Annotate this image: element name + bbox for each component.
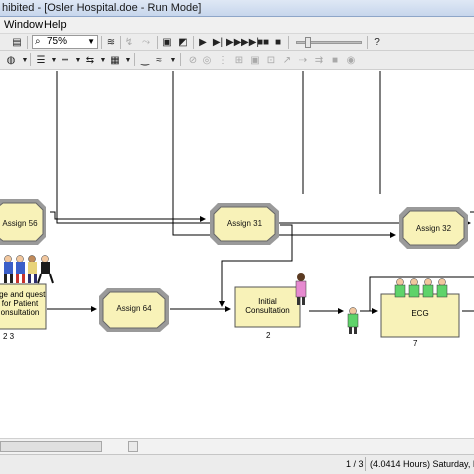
segment-icon[interactable]: ⇢: [296, 54, 310, 67]
text-icon[interactable]: ‿: [138, 54, 152, 67]
connector-layer: [0, 71, 474, 338]
menu-bar: Window Help: [0, 17, 474, 34]
pattern-icon[interactable]: ▦: [108, 54, 122, 67]
menu-window[interactable]: Window: [4, 19, 43, 31]
assign-32-module[interactable]: Assign 32: [401, 224, 466, 238]
pause-button[interactable]: ■■: [256, 36, 270, 49]
assign-31-label: Assign 31: [226, 219, 263, 228]
zoom-icon: ⌕: [35, 36, 41, 47]
path-icon[interactable]: ↗: [280, 54, 294, 67]
animate-icon[interactable]: ▣: [160, 36, 174, 49]
help-cursor-icon[interactable]: ?: [370, 36, 384, 49]
chevron-down-icon[interactable]: ▼: [121, 54, 135, 67]
model-canvas[interactable]: Assign 56 Assign 31 Assign 32 Assign 64 …: [0, 71, 474, 438]
triage-counter: 2 3: [3, 332, 15, 341]
assign-32-label: Assign 32: [415, 224, 452, 233]
initial-consultation-counter: 2: [266, 331, 271, 340]
initial-consultation-label: Initial Consultation: [245, 297, 290, 315]
route-icon[interactable]: ⤳: [139, 36, 153, 49]
plot-icon[interactable]: ◩: [176, 36, 190, 49]
assign-64-label: Assign 64: [116, 304, 152, 313]
intersection-icon[interactable]: ⊡: [264, 54, 278, 67]
triage-label: age and quest for Patient onsultation: [0, 290, 46, 317]
window-title: hibited - [Osler Hospital.doe - Run Mode…: [2, 2, 202, 14]
horizontal-scrollbar[interactable]: [0, 438, 474, 454]
assign-56-module[interactable]: Assign 56: [0, 219, 48, 233]
layers-icon[interactable]: ≋: [104, 36, 118, 49]
triage-process[interactable]: age and quest for Patient onsultation: [0, 290, 46, 326]
parking-icon[interactable]: ⊞: [232, 54, 246, 67]
assign-56-label: Assign 56: [2, 219, 38, 228]
scroll-arrow[interactable]: [128, 441, 138, 452]
ecg-process[interactable]: ECG: [381, 309, 459, 321]
network-icon[interactable]: ■: [328, 54, 342, 67]
storage-icon[interactable]: ◎: [200, 54, 214, 67]
simulation-time: (4.0414 Hours) Saturday, Max: [370, 459, 474, 469]
arrow-style-icon[interactable]: ⇆: [83, 54, 97, 67]
patient-figure-green: [347, 307, 359, 334]
go-button[interactable]: ▶: [196, 36, 210, 49]
patient-queue-figures: [4, 255, 54, 284]
drawing-toolbar: ◍ ▼ ☰ ▼ ┅ ▼ ⇆ ▼ ▦ ▼ ‿ ≈ ▼ ⊘ ◎ ⋮ ⊞ ▣ ⊡ ↗ …: [0, 51, 474, 70]
connect-icon[interactable]: ↯: [122, 36, 136, 49]
wave-icon[interactable]: ≈: [152, 54, 166, 67]
assign-31-module[interactable]: Assign 31: [212, 219, 277, 233]
fast-forward-button[interactable]: ▶▶: [226, 36, 241, 49]
speed-slider-thumb[interactable]: [305, 37, 311, 48]
assign-64-module[interactable]: Assign 64: [101, 304, 167, 318]
seize-icon[interactable]: ⋮: [216, 54, 230, 67]
page-indicator: 1 / 3: [346, 459, 364, 469]
station-icon[interactable]: ▣: [248, 54, 262, 67]
zoom-select[interactable]: ⌕ 75% ▼: [32, 35, 98, 49]
chevron-down-icon: ▼: [87, 37, 95, 46]
menu-help[interactable]: Help: [44, 19, 67, 31]
print-icon[interactable]: ▤: [10, 36, 24, 49]
ecg-counter: 7: [413, 339, 418, 348]
promote-icon[interactable]: ◉: [344, 54, 358, 67]
standard-toolbar: ▤ ⌕ 75% ▼ ≋ ↯ ⤳ ▣ ◩ ▶ ▶| ▶▶ ▶▶| ■■ ■ ?: [0, 34, 474, 51]
fill-color-icon[interactable]: ◍: [4, 54, 18, 67]
stop-button[interactable]: ■: [271, 36, 285, 49]
chevron-down-icon[interactable]: ▼: [166, 54, 180, 67]
step-button[interactable]: ▶|: [211, 36, 225, 49]
scrollbar-thumb[interactable]: [0, 441, 102, 452]
zoom-value: 75%: [47, 36, 68, 47]
queue-icon[interactable]: ⊘: [186, 54, 200, 67]
fast-forward-end-button[interactable]: ▶▶|: [241, 36, 259, 49]
distance-icon[interactable]: ⇉: [312, 54, 326, 67]
initial-consultation-process[interactable]: Initial Consultation: [235, 297, 300, 321]
ecg-label: ECG: [411, 309, 429, 318]
status-bar: 1 / 3 (4.0414 Hours) Saturday, Max: [0, 454, 474, 474]
title-bar: hibited - [Osler Hospital.doe - Run Mode…: [0, 0, 474, 17]
line-width-icon[interactable]: ☰: [34, 54, 48, 67]
line-style-icon[interactable]: ┅: [58, 54, 72, 67]
